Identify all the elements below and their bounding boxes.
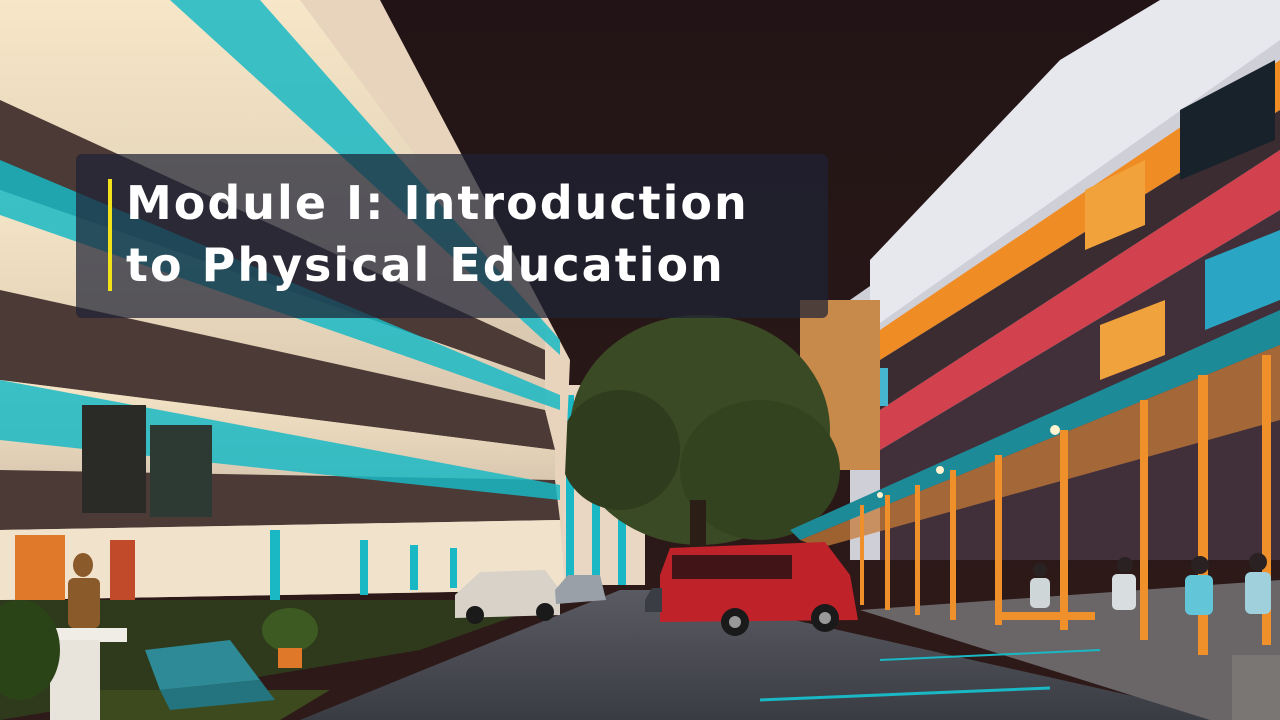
slide-title-line-1: Module I: Introduction [126, 176, 749, 230]
slide-title: Module I: Introduction to Physical Educa… [126, 172, 816, 296]
slide-title-line-2: to Physical Education [126, 238, 725, 292]
title-accent-bar [108, 179, 112, 291]
right-front-pillar [1232, 655, 1280, 720]
title-panel: Module I: Introduction to Physical Educa… [76, 154, 828, 318]
background-photo [0, 0, 1280, 720]
